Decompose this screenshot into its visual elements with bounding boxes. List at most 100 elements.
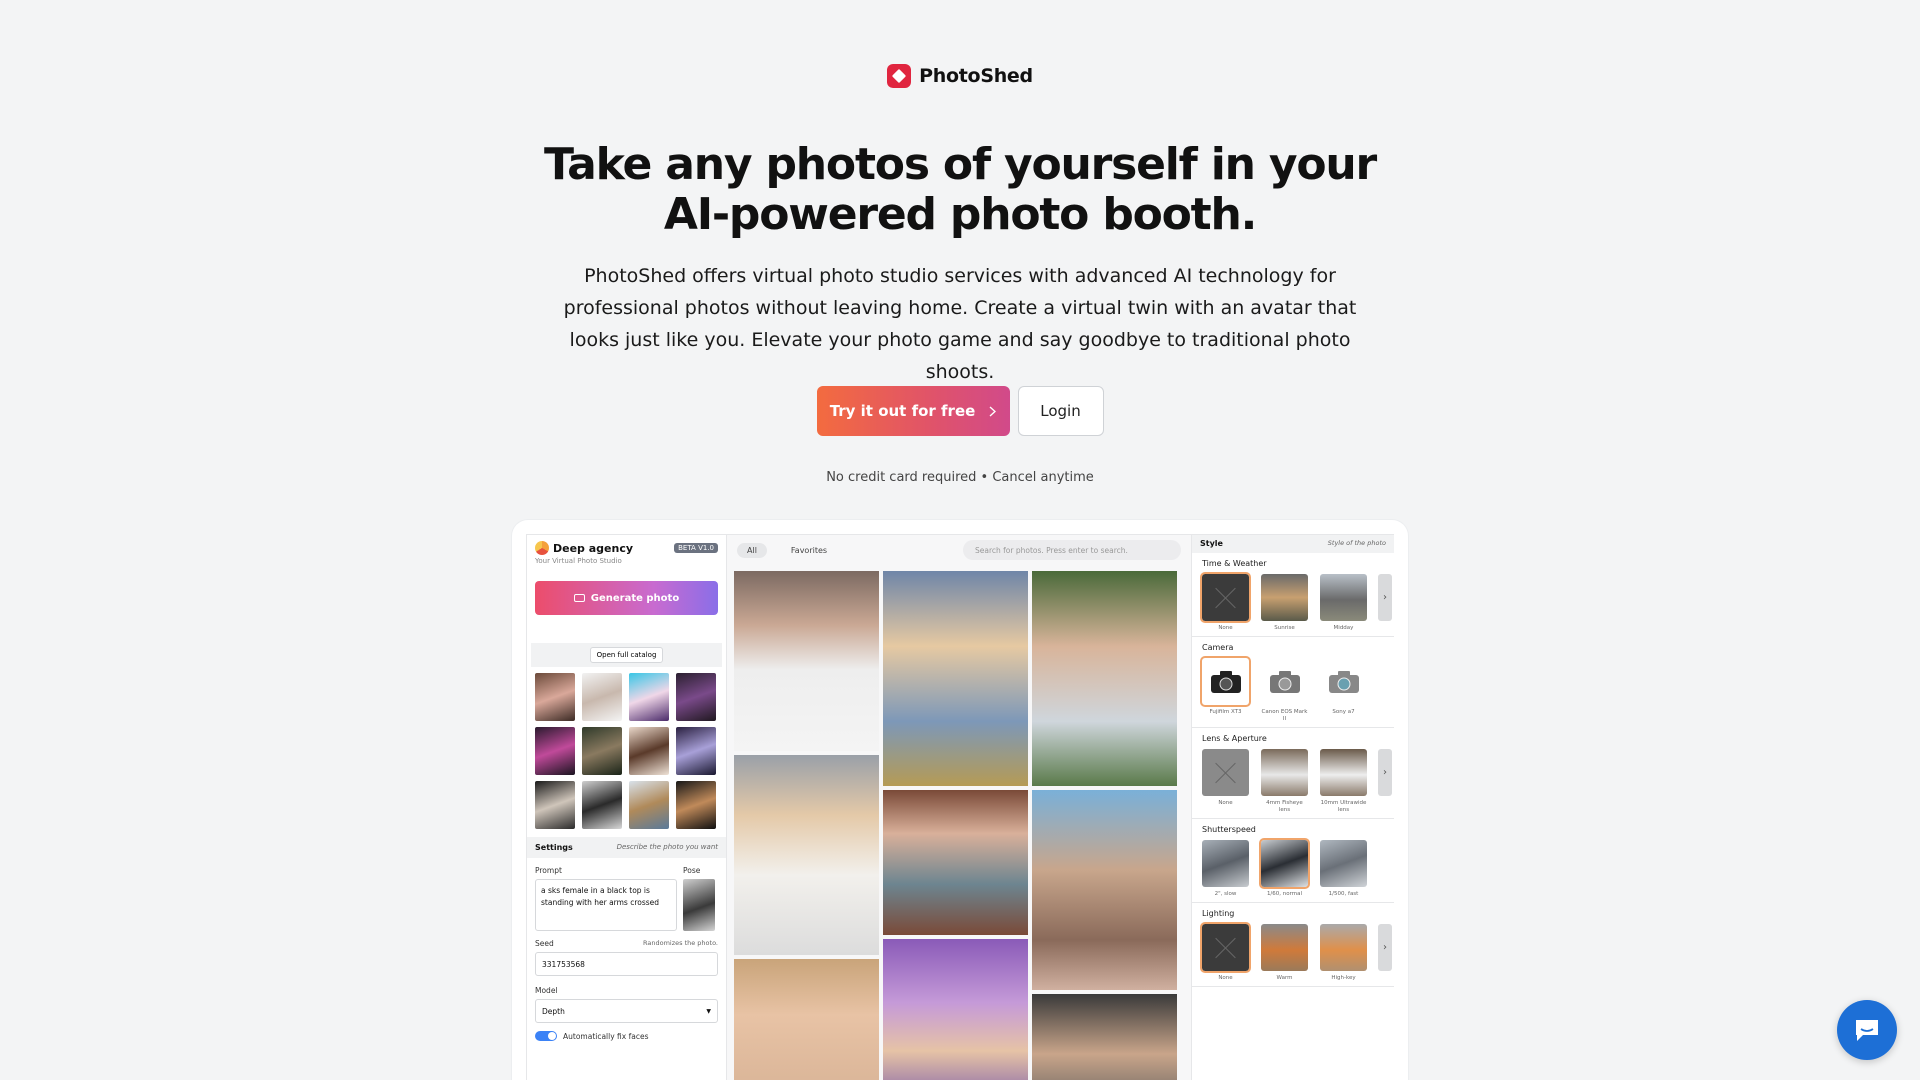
style-option[interactable]: Warm [1261,924,1308,982]
photo-search-input[interactable]: Search for photos. Press enter to search… [963,540,1181,560]
option-label: 1/500, fast [1328,891,1359,897]
style-section-time-weather: Time & Weather None Sunrise Midday › [1192,553,1394,637]
try-free-label: Try it out for free [829,402,976,420]
none-icon [1214,936,1238,960]
option-label: Warm [1276,975,1293,981]
gallery-photo[interactable] [1032,571,1177,786]
option-label: 2", slow [1214,891,1237,897]
seed-label: Seed [535,939,554,948]
camera-icon [1328,670,1359,693]
option-label: None [1218,625,1233,631]
style-option[interactable]: 10mm Ultrawide lens [1320,749,1367,814]
model-select[interactable]: Depth ▼ [535,999,718,1023]
tab-favorites[interactable]: Favorites [777,546,841,555]
brand[interactable]: PhotoShed [0,64,1920,88]
fix-faces-label: Automatically fix faces [563,1031,649,1041]
section-title: Lighting [1202,909,1235,918]
headline-line-1: Take any photos of yourself in your [544,139,1377,190]
avatar-thumbnail[interactable] [676,727,716,775]
style-header: Style Style of the photo [1192,535,1394,553]
style-title: Style [1200,539,1223,548]
avatar-thumbnail[interactable] [629,781,669,829]
pose-image[interactable] [683,879,715,931]
gallery-photo[interactable] [1032,994,1177,1080]
style-option[interactable]: 2", slow [1202,840,1249,898]
style-option[interactable]: 4mm Fisheye lens [1261,749,1308,814]
avatar-thumbnail[interactable] [535,673,575,721]
gallery-photo[interactable] [883,571,1028,786]
hero-subtext: PhotoShed offers virtual photo studio se… [563,265,1357,383]
chevron-right-icon [989,405,997,417]
style-panel: Style Style of the photo Time & Weather … [1192,535,1394,1080]
style-option[interactable]: Sony a7 [1320,658,1367,723]
hero-headline: Take any photos of yourself in your AI-p… [0,140,1920,240]
style-option[interactable]: Midday [1320,574,1367,632]
prompt-textarea[interactable]: a sks female in a black top is standing … [535,879,677,931]
option-label: Sunrise [1274,625,1295,631]
style-option[interactable]: Sunrise [1261,574,1308,632]
try-free-button[interactable]: Try it out for free [816,386,1010,436]
caret-down-icon: ▼ [706,1007,711,1015]
app-subtitle: Your Virtual Photo Studio [535,557,622,565]
app-title: Deep agency [553,541,634,555]
generate-photo-button[interactable]: Generate photo [535,581,718,615]
chevron-right-icon[interactable]: › [1378,574,1392,621]
style-option[interactable]: None [1202,749,1249,814]
option-label: Midday [1333,625,1354,631]
option-label: High-key [1331,975,1356,981]
tab-all[interactable]: All [737,542,767,558]
fix-faces-toggle[interactable] [535,1031,557,1041]
gallery-photo[interactable] [883,939,1028,1080]
avatar-thumbnail[interactable] [582,781,622,829]
gallery-photo[interactable] [883,790,1028,935]
gallery-photo[interactable] [1032,790,1177,990]
option-label: Fujifilm XT3 [1209,709,1242,715]
no-credit-card-note: No credit card required • Cancel anytime [826,470,1094,485]
seed-input[interactable]: 331753568 [535,952,718,976]
style-option[interactable]: 1/500, fast [1320,840,1367,898]
open-catalog-button[interactable]: Open full catalog [589,647,664,663]
none-icon [1214,761,1238,785]
beta-badge: BETA V1.0 [674,543,718,553]
settings-title: Settings [535,843,573,852]
avatar-thumbnail[interactable] [582,727,622,775]
avatar-thumbnail[interactable] [582,673,622,721]
avatar-thumbnail[interactable] [629,673,669,721]
chevron-right-icon[interactable]: › [1378,749,1392,796]
style-option[interactable]: 1/60, normal [1259,838,1310,898]
style-option[interactable]: Canon EOS Mark II [1261,658,1308,723]
style-option[interactable]: None [1200,922,1251,982]
style-option[interactable]: None [1200,572,1251,632]
option-label: None [1218,975,1233,981]
style-option[interactable]: High-key [1320,924,1367,982]
option-label: Sony a7 [1332,709,1355,715]
gallery-photo[interactable] [734,571,879,751]
avatar-thumbnail[interactable] [676,673,716,721]
option-label: 10mm Ultrawide lens [1320,800,1367,813]
headline-line-2: AI-powered photo booth. [663,189,1258,240]
catalog-bar: Open full catalog [531,643,722,667]
settings-description: Describe the photo you want [616,843,718,851]
gallery-photo[interactable] [734,755,879,955]
avatar-thumbnail[interactable] [629,727,669,775]
model-value: Depth [542,1006,565,1016]
chat-button[interactable] [1837,1000,1897,1060]
login-button[interactable]: Login [1017,386,1104,436]
gallery-photo[interactable] [734,959,879,1080]
app-preview: Deep agency BETA V1.0 Your Virtual Photo… [512,520,1408,1080]
avatar-thumbnail[interactable] [676,781,716,829]
generate-photo-label: Generate photo [590,592,680,604]
style-section-shutterspeed: Shutterspeed 2", slow 1/60, normal 1/500… [1192,819,1394,903]
avatar-thumbnail[interactable] [535,727,575,775]
style-option[interactable]: Fujifilm XT3 [1200,656,1251,723]
photo-gallery: All Favorites Search for photos. Press e… [727,535,1192,1080]
section-title: Shutterspeed [1202,825,1256,834]
photoshed-logo-icon [887,64,912,88]
section-title: Time & Weather [1202,559,1267,568]
model-label: Model [535,986,558,995]
option-label: 1/60, normal [1266,891,1303,897]
chevron-right-icon[interactable]: › [1378,924,1392,971]
avatar-thumbnail[interactable] [535,781,575,829]
style-section-camera: Camera Fujifilm XT3 Canon EOS Mark II So… [1192,637,1394,728]
avatar-thumbnails [527,667,726,835]
